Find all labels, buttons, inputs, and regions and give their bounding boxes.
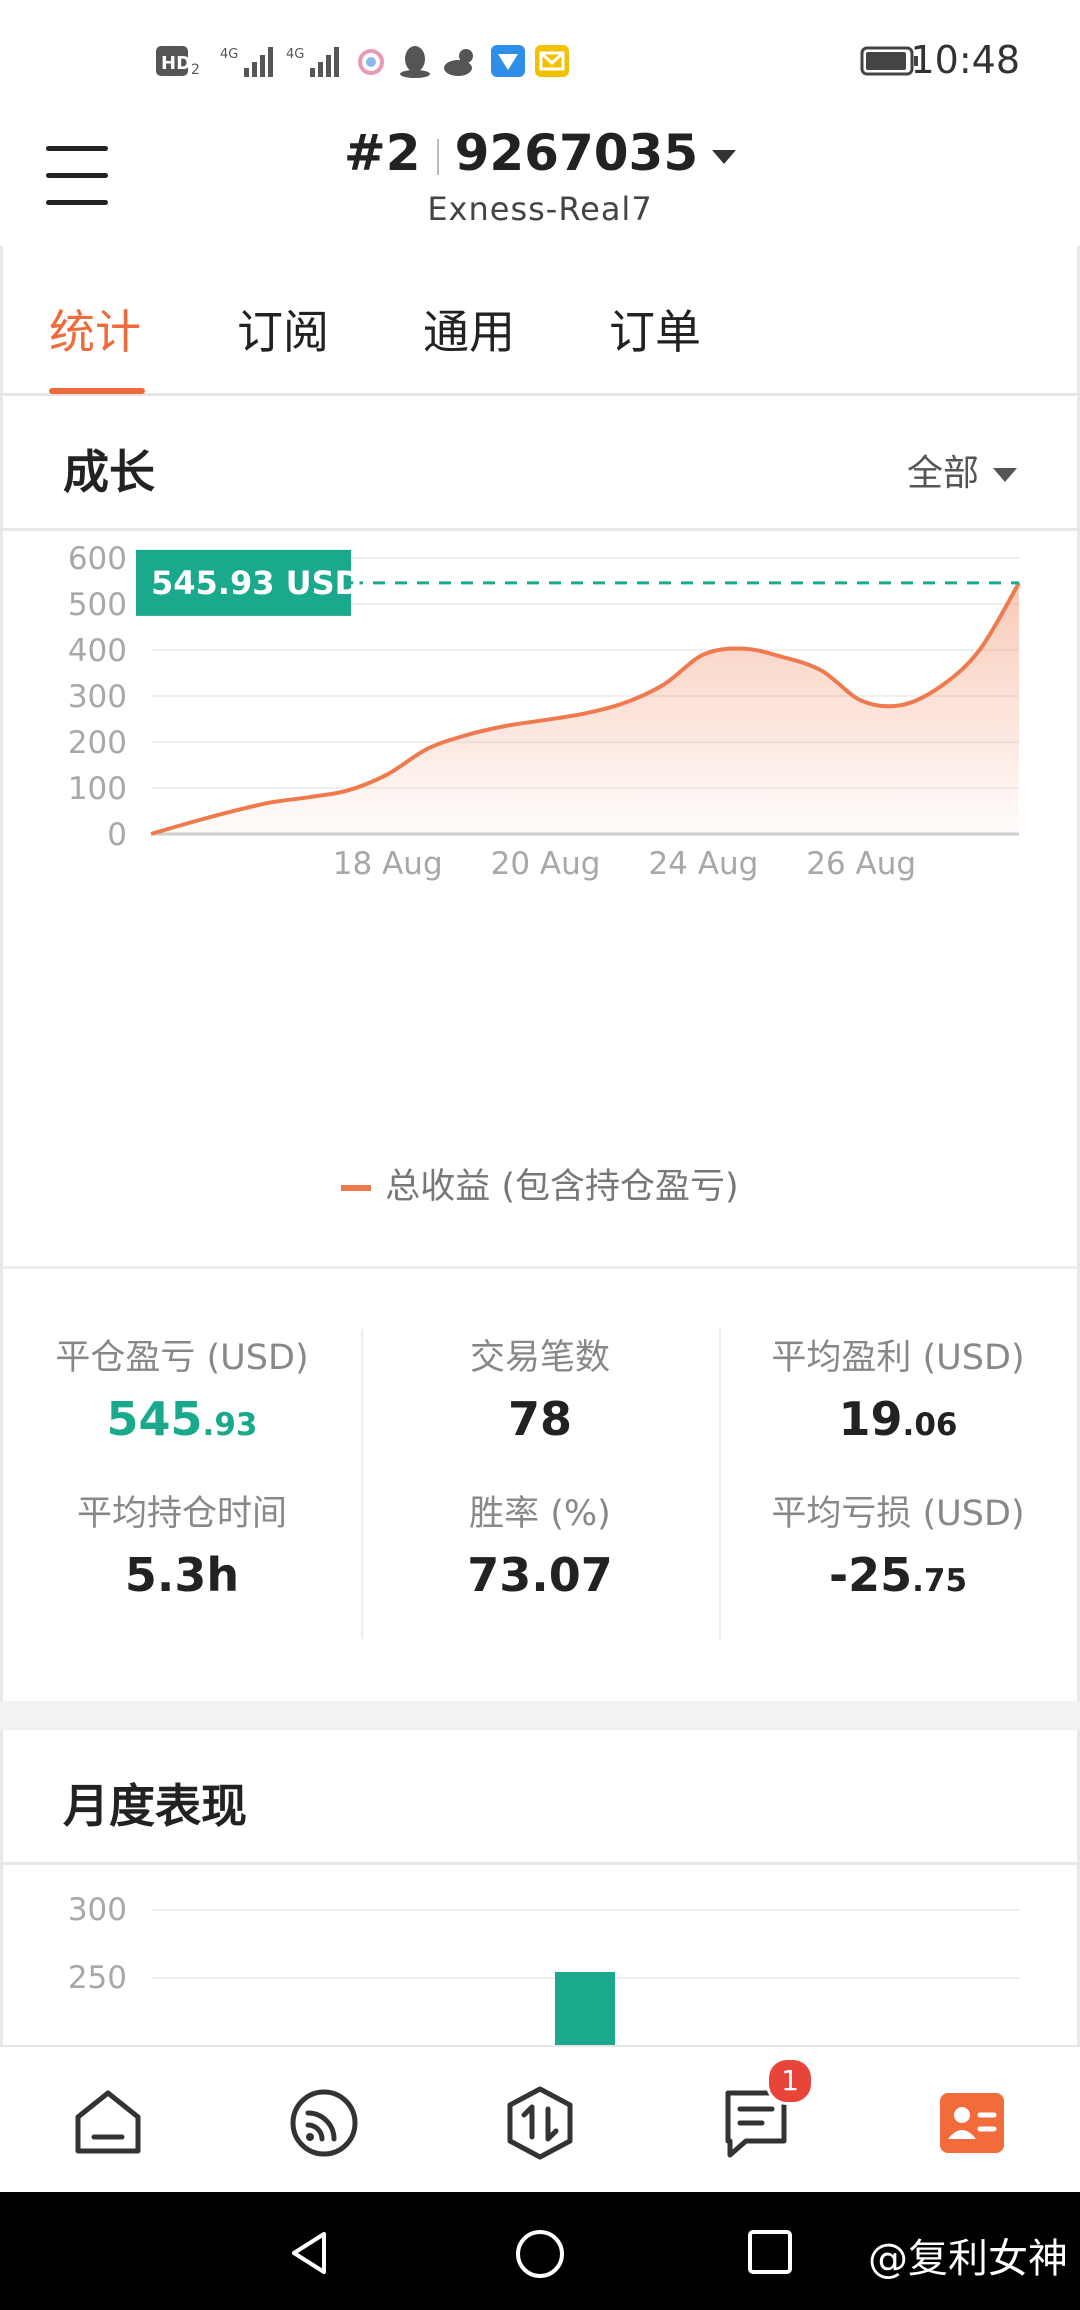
growth-title: 成长 <box>63 445 155 499</box>
svg-text:4G: 4G <box>286 47 304 62</box>
home-circle-icon[interactable] <box>514 2228 566 2280</box>
current-value-tag: 545.93 USD <box>136 549 361 616</box>
svg-text:4G: 4G <box>220 47 238 62</box>
stat-avg-hold-time: 平均持仓时间 5.3h <box>76 1494 287 1602</box>
weather-icon <box>444 49 473 76</box>
status-bar: HD 2 4G 4G 10:48 <box>0 0 1080 110</box>
monthly-bar <box>555 1972 615 2050</box>
app-icon <box>358 49 384 75</box>
current-value-label: 545.93 USD <box>151 564 361 602</box>
profile-icon[interactable] <box>934 2085 1010 2161</box>
monthly-header: 月度表现 <box>3 1730 1077 1865</box>
legend-swatch <box>341 1185 372 1191</box>
y-tick-label: 300 <box>68 1892 127 1928</box>
legend-label: 总收益 (包含持仓盈亏) <box>385 1167 739 1207</box>
chart-legend: 总收益 (包含持仓盈亏) <box>3 1158 1077 1209</box>
system-nav-bar: @复利女神 <box>0 2192 1080 2310</box>
stats-grid: 平仓盈亏 (USD) 545.93 交易笔数 78 平均盈利 (USD) 19.… <box>3 1266 1077 1699</box>
notification-badge: 1 <box>766 2057 814 2105</box>
chevron-down-icon <box>993 468 1017 482</box>
tab-orders[interactable]: 订单 <box>609 296 701 362</box>
stat-win-rate: 胜率 (%) 73.07 <box>467 1494 613 1602</box>
watermark: @复利女神 <box>868 2236 1068 2282</box>
home-icon[interactable] <box>70 2085 146 2161</box>
y-tick-label: 250 <box>68 1960 127 1996</box>
x-tick-label: 18 Aug <box>333 846 443 882</box>
account-number: 9267035 <box>454 124 699 182</box>
feed-icon[interactable] <box>286 2085 362 2161</box>
x-tick-label: 26 Aug <box>806 846 916 882</box>
growth-card: 成长 全部 0 100 200 300 400 500 600 18 Aug 20 Aug 24… <box>0 396 1080 1701</box>
back-icon[interactable] <box>284 2228 334 2278</box>
y-tick-label: 100 <box>68 771 127 807</box>
account-prefix: #2 <box>343 124 421 182</box>
recents-icon[interactable] <box>746 2228 794 2276</box>
tab-statistics[interactable]: 统计 <box>49 296 141 362</box>
signal-4g-icon: 4G <box>220 47 273 77</box>
y-tick-label: 300 <box>68 679 127 715</box>
tab-subscribe[interactable]: 订阅 <box>237 296 329 362</box>
tab-general[interactable]: 通用 <box>423 296 515 362</box>
mail-icon <box>535 45 569 77</box>
server-name: Exness-Real7 <box>427 190 653 228</box>
growth-chart: 0 100 200 300 400 500 600 18 Aug 20 Aug 24 Aug 26… <box>68 541 1021 882</box>
monthly-card: 月度表现 250 300 <box>0 1730 1080 2050</box>
bottom-nav: 1 <box>0 2045 1080 2194</box>
stat-closed-pnl: 平仓盈亏 (USD) 545.93 <box>55 1338 309 1446</box>
range-dropdown[interactable]: 全部 <box>907 444 1017 496</box>
y-tick-label: 400 <box>68 633 127 669</box>
qq-icon <box>400 46 430 78</box>
hd-icon: HD 2 <box>156 46 200 78</box>
svg-text:2: 2 <box>191 62 200 78</box>
app-header: #2 9267035 Exness-Real7 <box>0 110 1080 246</box>
y-tick-label: 0 <box>107 817 127 853</box>
growth-header: 成长 全部 <box>3 396 1077 531</box>
y-tick-label: 600 <box>68 541 127 577</box>
status-time: 10:48 <box>910 38 1020 82</box>
monthly-title: 月度表现 <box>63 1779 247 1833</box>
stat-avg-profit: 平均盈利 (USD) 19.06 <box>771 1338 1025 1446</box>
chevron-down-icon <box>712 149 737 164</box>
app-icon <box>491 45 525 77</box>
tab-bar: 统计 订阅 通用 订单 <box>0 246 1080 396</box>
account-selector[interactable]: #2 9267035 <box>0 124 1080 182</box>
stat-avg-loss: 平均亏损 (USD) -25.75 <box>771 1494 1025 1602</box>
x-tick-label: 20 Aug <box>491 846 601 882</box>
monthly-chart: 250 300 <box>68 1892 1019 2050</box>
range-label: 全部 <box>906 453 979 494</box>
svg-text:HD: HD <box>161 53 191 74</box>
stat-trade-count: 交易笔数 78 <box>469 1338 610 1446</box>
trade-icon[interactable] <box>502 2085 578 2161</box>
series-area <box>151 582 1019 834</box>
y-tick-label: 500 <box>68 587 127 623</box>
signal-4g-icon: 4G <box>286 47 339 77</box>
y-tick-label: 200 <box>68 725 127 761</box>
x-tick-label: 24 Aug <box>648 846 758 882</box>
active-tab-indicator <box>49 388 145 394</box>
